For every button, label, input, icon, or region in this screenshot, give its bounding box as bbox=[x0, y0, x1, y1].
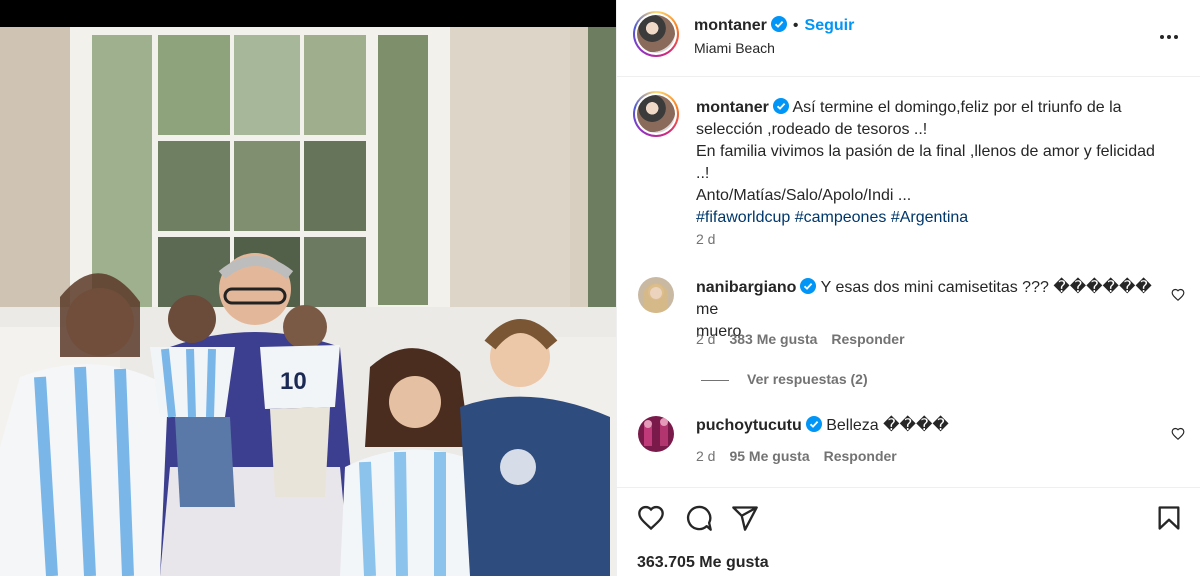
more-options-icon[interactable] bbox=[1159, 27, 1179, 47]
post-header: montaner • Seguir Miami Beach bbox=[617, 0, 1200, 77]
caption-username[interactable]: montaner bbox=[696, 99, 769, 116]
comment-bubble-icon[interactable] bbox=[685, 504, 713, 532]
caption-line-2: selección ,rodeado de tesoros ..! bbox=[696, 121, 928, 138]
caption-text: montaner Así termine el domingo,feliz po… bbox=[696, 97, 1166, 229]
caption-line-5: Anto/Matías/Salo/Apolo/Indi ... bbox=[696, 187, 912, 204]
hashtag-link[interactable]: #fifaworldcup bbox=[696, 209, 790, 226]
hashtag-link[interactable]: #campeones bbox=[795, 209, 887, 226]
commenter-username[interactable]: puchoytucutu bbox=[696, 417, 802, 434]
author-line: montaner • Seguir bbox=[694, 16, 854, 35]
caption-timestamp[interactable]: 2 d bbox=[696, 231, 715, 247]
comment-time[interactable]: 2 d bbox=[696, 448, 715, 464]
family-photo-illustration: 10 bbox=[0, 27, 616, 576]
post-media[interactable]: 10 bbox=[0, 0, 616, 576]
reply-button[interactable]: Responder bbox=[824, 448, 897, 464]
commenter-avatar[interactable] bbox=[638, 277, 674, 313]
comment-meta: 2 d 383 Me gusta Responder bbox=[696, 331, 919, 347]
verified-badge-icon bbox=[770, 16, 787, 32]
share-paper-plane-icon[interactable] bbox=[731, 504, 759, 532]
follow-button[interactable]: Seguir bbox=[805, 17, 855, 34]
comment-body: puchoytucutu Belleza ���� bbox=[696, 415, 1156, 437]
caption-line-1: Así termine el domingo,feliz por el triu… bbox=[792, 99, 1122, 116]
comment-text: Belleza ���� bbox=[826, 417, 949, 434]
hashtag-link[interactable]: #Argentina bbox=[891, 209, 968, 226]
verified-badge-icon bbox=[772, 98, 789, 114]
like-comment-heart-icon[interactable] bbox=[1171, 288, 1185, 302]
svg-text:10: 10 bbox=[280, 368, 307, 395]
post-photo[interactable]: 10 bbox=[0, 27, 616, 576]
caption-line-3: En familia vivimos la pasión de la final… bbox=[696, 143, 1155, 160]
separator-dot: • bbox=[792, 17, 799, 34]
comment-meta: 2 d 95 Me gusta Responder bbox=[696, 448, 911, 464]
commenter-avatar[interactable] bbox=[638, 416, 674, 452]
post-sidebar: montaner • Seguir Miami Beach montaner Así… bbox=[616, 0, 1200, 576]
caption-avatar[interactable] bbox=[633, 91, 679, 137]
comment-time[interactable]: 2 d bbox=[696, 331, 715, 347]
caption-line-4: ..! bbox=[696, 165, 710, 182]
comment-likes[interactable]: 383 Me gusta bbox=[729, 331, 817, 347]
commenter-username[interactable]: nanibargiano bbox=[696, 279, 796, 296]
likes-count[interactable]: 363.705 Me gusta bbox=[637, 554, 769, 572]
verified-badge-icon bbox=[805, 416, 822, 432]
view-replies-button[interactable]: Ver respuestas (2) bbox=[701, 371, 868, 387]
author-avatar[interactable] bbox=[633, 11, 679, 57]
comment-likes[interactable]: 95 Me gusta bbox=[729, 448, 809, 464]
post-location[interactable]: Miami Beach bbox=[694, 40, 775, 56]
caption-hashtags: #fifaworldcup #campeones #Argentina bbox=[696, 207, 1166, 229]
like-heart-icon[interactable] bbox=[637, 504, 665, 532]
verified-badge-icon bbox=[800, 278, 817, 294]
like-comment-heart-icon[interactable] bbox=[1171, 427, 1185, 441]
reply-button[interactable]: Responder bbox=[831, 331, 904, 347]
view-replies-label: Ver respuestas (2) bbox=[747, 371, 868, 387]
save-bookmark-icon[interactable] bbox=[1155, 504, 1183, 532]
post-actions-bar: 363.705 Me gusta bbox=[617, 487, 1200, 576]
replies-dash bbox=[701, 379, 729, 381]
author-username[interactable]: montaner bbox=[694, 17, 767, 34]
